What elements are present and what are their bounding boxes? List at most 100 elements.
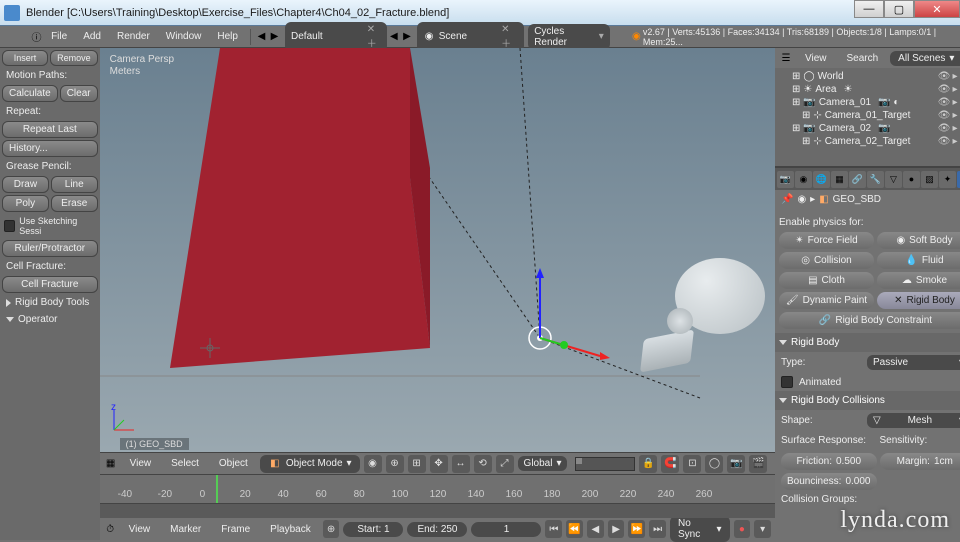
poly-button[interactable]: Poly: [2, 195, 49, 212]
outliner-item[interactable]: ⊞⊹Camera_01_Target👁▸📷: [777, 109, 960, 122]
shading-icon[interactable]: ◉: [364, 455, 382, 473]
layout-selector[interactable]: Default ✕ ＋: [285, 22, 387, 52]
scene-controls[interactable]: ✕ ＋: [501, 24, 518, 50]
vp-select-menu[interactable]: Select: [163, 456, 207, 471]
ol-view[interactable]: View: [797, 51, 835, 66]
current-frame-field[interactable]: 1: [471, 522, 541, 537]
keyset-icon[interactable]: ▾: [754, 520, 771, 538]
calculate-button[interactable]: Calculate: [2, 85, 58, 102]
outliner-item[interactable]: ⊞📷Camera_02📷👁▸📷: [777, 122, 960, 135]
mode-selector[interactable]: ◧ Object Mode▾: [260, 455, 360, 473]
tab-scene[interactable]: ◉: [795, 171, 812, 188]
scene-fwd-icon[interactable]: ▶: [400, 30, 413, 44]
manip-scale-icon[interactable]: ⤢: [496, 455, 514, 473]
menu-window[interactable]: Window: [158, 29, 210, 44]
outliner-item[interactable]: ⊞☀Area☀👁▸📷: [777, 83, 960, 96]
tl-marker[interactable]: Marker: [162, 522, 209, 537]
layer-buttons[interactable]: [575, 457, 635, 471]
shape-selector[interactable]: ▽ Mesh▾: [867, 413, 960, 428]
margin-field[interactable]: Margin: 1cm: [880, 453, 960, 470]
proportional-icon[interactable]: ◯: [705, 455, 723, 473]
play-icon[interactable]: ▶: [608, 520, 625, 538]
sync-selector[interactable]: No Sync▾: [670, 516, 730, 542]
sketching-checkbox[interactable]: [4, 220, 15, 232]
pivot-icon[interactable]: ⊕: [386, 455, 404, 473]
tab-particles[interactable]: ✦: [939, 171, 956, 188]
menu-render[interactable]: Render: [109, 29, 158, 44]
ruler-button[interactable]: Ruler/Protractor: [2, 240, 98, 257]
3d-viewport[interactable]: Camera Persp Meters: [100, 48, 775, 452]
tab-texture[interactable]: ▨: [921, 171, 938, 188]
start-frame-field[interactable]: Start: 1: [343, 522, 403, 537]
snap-type-icon[interactable]: ⊡: [683, 455, 701, 473]
orientation-selector[interactable]: Global▾: [518, 456, 568, 471]
dynamic-paint-button[interactable]: 🖌Dynamic Paint: [779, 292, 874, 309]
tab-render[interactable]: 📷: [777, 171, 794, 188]
insert-keyframe-button[interactable]: Insert: [2, 50, 48, 66]
layer-icon[interactable]: ⊞: [408, 455, 426, 473]
cloth-button[interactable]: ▤Cloth: [779, 272, 874, 289]
timeline[interactable]: -40 -20 0 20 40 60 80 100 120 140 160 18…: [100, 474, 775, 518]
rigid-body-tools-header[interactable]: Rigid Body Tools: [2, 295, 98, 310]
end-frame-field[interactable]: End: 250: [407, 522, 467, 537]
outliner-item[interactable]: ⊞📷Camera_01📷 ◐👁▸📷: [777, 96, 960, 109]
menu-file[interactable]: File: [43, 29, 75, 44]
jump-start-icon[interactable]: ⏮: [545, 520, 562, 538]
tab-object[interactable]: ▦: [831, 171, 848, 188]
outliner-filter[interactable]: All Scenes▾: [890, 51, 960, 66]
keyframe-next-icon[interactable]: ⏩: [628, 520, 645, 538]
draw-button[interactable]: Draw: [2, 176, 49, 193]
scene-selector[interactable]: ◉ Scene ✕ ＋: [417, 22, 524, 52]
tab-constraints[interactable]: 🔗: [849, 171, 866, 188]
range-icon[interactable]: ⊕: [323, 520, 340, 538]
editor-type-icon[interactable]: ▦: [104, 457, 118, 471]
soft-body-button[interactable]: ◉Soft Body: [877, 232, 960, 249]
rigid-body-panel-header[interactable]: Rigid Body: [775, 333, 960, 352]
render-engine-selector[interactable]: Cycles Render ▾: [528, 24, 610, 50]
collision-button[interactable]: ◎Collision: [779, 252, 874, 269]
pin-icon[interactable]: 📌: [781, 194, 793, 205]
tab-modifiers[interactable]: 🔧: [867, 171, 884, 188]
clear-button[interactable]: Clear: [60, 85, 98, 102]
ol-search[interactable]: Search: [838, 51, 886, 66]
cell-fracture-button[interactable]: Cell Fracture: [2, 276, 98, 293]
clapperboard-icon[interactable]: 🎬: [749, 455, 767, 473]
animated-checkbox[interactable]: [781, 376, 793, 388]
outliner-item[interactable]: ⊞◯World👁▸📷: [777, 70, 960, 83]
tab-data[interactable]: ▽: [885, 171, 902, 188]
tab-world[interactable]: 🌐: [813, 171, 830, 188]
minimize-button[interactable]: —: [854, 0, 884, 18]
line-button[interactable]: Line: [51, 176, 98, 193]
menu-add[interactable]: Add: [75, 29, 109, 44]
tl-playback[interactable]: Playback: [262, 522, 319, 537]
bounciness-field[interactable]: Bounciness: 0.000: [781, 473, 877, 490]
back-icon[interactable]: ◀: [255, 30, 268, 44]
tl-view[interactable]: View: [121, 522, 159, 537]
friction-field[interactable]: Friction: 0.500: [781, 453, 877, 470]
manipulator-icon[interactable]: ✥: [430, 455, 448, 473]
operator-panel-header[interactable]: Operator: [2, 312, 98, 327]
maximize-button[interactable]: ▢: [884, 0, 914, 18]
timeline-editor-icon[interactable]: ⏱: [104, 522, 117, 536]
keyframe-prev-icon[interactable]: ⏪: [566, 520, 583, 538]
scene-back-icon[interactable]: ◀: [387, 30, 400, 44]
vp-view-menu[interactable]: View: [122, 456, 160, 471]
fwd-icon[interactable]: ▶: [268, 30, 281, 44]
outliner-item[interactable]: ⊞⊹Camera_02_Target👁▸📷: [777, 135, 960, 148]
rigid-constraint-button[interactable]: 🔗Rigid Body Constraint: [779, 312, 960, 329]
smoke-button[interactable]: ☁Smoke: [877, 272, 960, 289]
autokey-icon[interactable]: ●: [734, 520, 751, 538]
erase-button[interactable]: Erase: [51, 195, 98, 212]
jump-end-icon[interactable]: ⏭: [649, 520, 666, 538]
manip-translate-icon[interactable]: ↔: [452, 455, 470, 473]
repeat-last-button[interactable]: Repeat Last: [2, 121, 98, 138]
snap-icon[interactable]: 🧲: [661, 455, 679, 473]
close-button[interactable]: ✕: [914, 0, 960, 18]
remove-keyframe-button[interactable]: Remove: [50, 50, 98, 66]
render-preview-icon[interactable]: 📷: [727, 455, 745, 473]
play-reverse-icon[interactable]: ◀: [587, 520, 604, 538]
type-selector[interactable]: Passive▾: [867, 355, 960, 370]
manip-rotate-icon[interactable]: ⟲: [474, 455, 492, 473]
vp-object-menu[interactable]: Object: [211, 456, 256, 471]
tab-material[interactable]: ●: [903, 171, 920, 188]
